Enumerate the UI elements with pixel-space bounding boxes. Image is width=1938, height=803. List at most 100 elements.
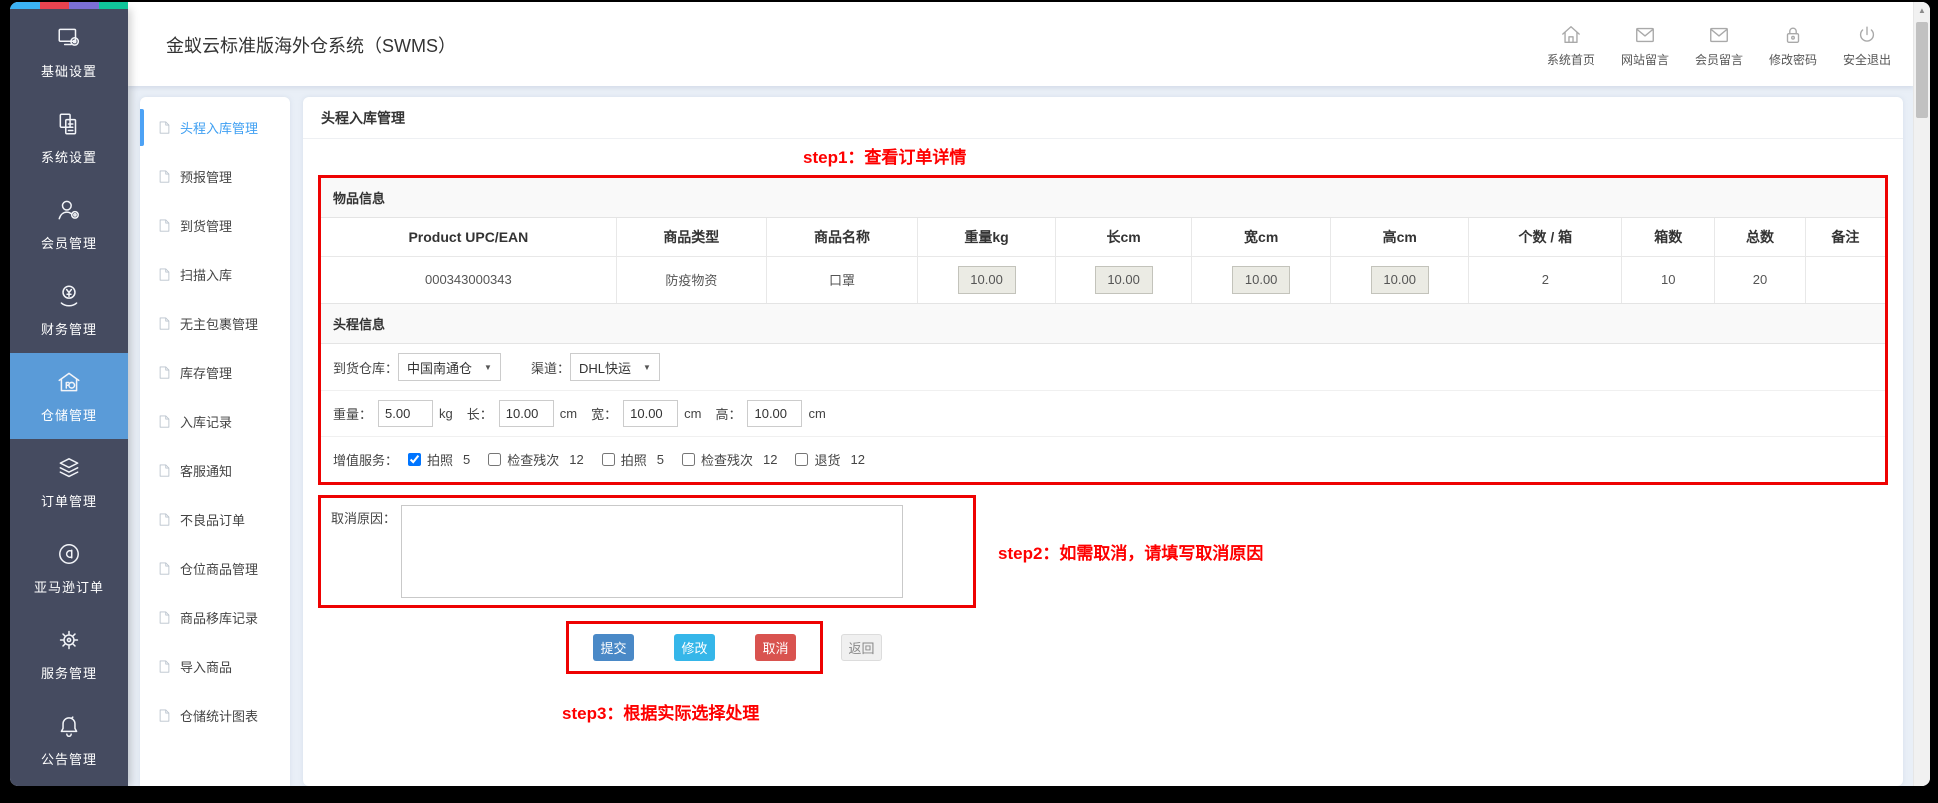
sidebar-item-system-settings[interactable]: 系统设置 [10, 95, 128, 181]
width-label: 宽： [591, 404, 617, 423]
nav-change-password[interactable]: 修改密码 [1769, 24, 1817, 68]
sidebar-item-orders[interactable]: 订单管理 [10, 439, 128, 525]
cancel-reason-textarea[interactable] [401, 505, 903, 598]
colorbar-purple [69, 2, 99, 9]
submenu-label: 扫描入库 [180, 265, 232, 284]
colorbar-green [99, 2, 129, 9]
item-length-input[interactable] [1095, 266, 1153, 294]
annotation-step2: step2：如需取消，请填写取消原因 [998, 539, 1263, 564]
sidebar-item-amazon-orders[interactable]: 亚马逊订单 [10, 525, 128, 611]
cell-remark [1805, 256, 1885, 303]
cell-width [1192, 256, 1331, 303]
submenu-item-storage-charts[interactable]: 仓储统计图表 [140, 691, 290, 740]
mail-icon [1634, 24, 1656, 46]
submenu-item-slot-products[interactable]: 仓位商品管理 [140, 544, 290, 593]
scrollbar-thumb[interactable] [1916, 22, 1928, 118]
file-icon [157, 463, 172, 478]
service-checkbox[interactable] [682, 453, 695, 466]
item-height-input[interactable] [1371, 266, 1429, 294]
item-weight-input[interactable] [958, 266, 1016, 294]
item-width-input[interactable] [1232, 266, 1290, 294]
colorbar-blue [10, 2, 40, 9]
nav-logout[interactable]: 安全退出 [1843, 24, 1891, 68]
service-photo-1[interactable]: 拍照 5 [408, 450, 478, 469]
file-icon [157, 218, 172, 233]
sidebar-item-label: 亚马逊订单 [34, 577, 104, 596]
weight-input[interactable] [378, 400, 433, 427]
submenu-label: 入库记录 [180, 412, 232, 431]
cancel-button[interactable]: 取消 [755, 634, 796, 661]
sidebar-item-services[interactable]: 服务管理 [10, 611, 128, 697]
amazon-icon [56, 541, 82, 567]
finance-icon [56, 283, 82, 309]
sidebar-item-base-settings[interactable]: 基础设置 [10, 9, 128, 95]
nav-home[interactable]: 系统首页 [1547, 24, 1595, 68]
submenu-label: 商品移库记录 [180, 608, 258, 627]
submenu-item-arrival[interactable]: 到货管理 [140, 201, 290, 250]
gear-icon [56, 627, 82, 653]
length-input[interactable] [499, 400, 554, 427]
table-row: 000343000343 防疫物资 口罩 2 10 20 [321, 256, 1885, 303]
service-label: 检查残次 [507, 450, 559, 469]
column-header-weight: 重量kg [918, 218, 1056, 256]
submenu-item-service-notices[interactable]: 客服通知 [140, 446, 290, 495]
buttons-highlight-box: 提交 修改 取消 [566, 621, 823, 674]
submenu-item-import-products[interactable]: 导入商品 [140, 642, 290, 691]
file-icon [157, 169, 172, 184]
submenu-label: 库存管理 [180, 363, 232, 382]
modify-button[interactable]: 修改 [674, 634, 715, 661]
submenu-item-defective-orders[interactable]: 不良品订单 [140, 495, 290, 544]
channel-select[interactable]: DHL快运 ▼ [570, 353, 660, 381]
submenu-item-inbound-records[interactable]: 入库记录 [140, 397, 290, 446]
service-inspect-2[interactable]: 检查残次 12 [682, 450, 785, 469]
nav-site-messages[interactable]: 网站留言 [1621, 24, 1669, 68]
mail-icon [1708, 24, 1730, 46]
submenu-item-relocation-records[interactable]: 商品移库记录 [140, 593, 290, 642]
sidebar-item-warehouse[interactable]: 仓储管理 [10, 353, 128, 439]
warehouse-label: 到货仓库： [333, 358, 398, 377]
nav-member-messages[interactable]: 会员留言 [1695, 24, 1743, 68]
service-checkbox[interactable] [795, 453, 808, 466]
sidebar-item-finance[interactable]: 财务管理 [10, 267, 128, 353]
sidebar-item-label: 服务管理 [41, 663, 97, 682]
service-checkbox[interactable] [488, 453, 501, 466]
height-input[interactable] [747, 400, 802, 427]
service-label: 拍照 [621, 450, 647, 469]
service-checkbox[interactable] [408, 453, 421, 466]
monitor-gear-icon [56, 25, 82, 51]
service-label: 退货 [814, 450, 840, 469]
sidebar-item-announcements[interactable]: 公告管理 [10, 697, 128, 783]
home-icon [1560, 24, 1582, 46]
service-return[interactable]: 退货 12 [795, 450, 872, 469]
submenu-item-first-leg-inbound[interactable]: 头程入库管理 [140, 103, 290, 152]
nav-label: 修改密码 [1769, 51, 1817, 68]
service-inspect-1[interactable]: 检查残次 12 [488, 450, 591, 469]
item-info-table: Product UPC/EAN 商品类型 商品名称 重量kg 长cm 宽cm 高… [321, 218, 1885, 303]
service-checkbox[interactable] [602, 453, 615, 466]
width-input[interactable] [623, 400, 678, 427]
cell-length [1056, 256, 1192, 303]
submenu-item-unclaimed-parcels[interactable]: 无主包裹管理 [140, 299, 290, 348]
submit-button[interactable]: 提交 [593, 634, 634, 661]
cell-per-box: 2 [1469, 256, 1622, 303]
sidebar-item-label: 系统设置 [41, 147, 97, 166]
chevron-down-icon: ▼ [643, 363, 651, 372]
main-panel: 头程入库管理 step1：查看订单详情 物品信息 Product UPC/EAN… [303, 97, 1903, 786]
app-title: 金蚁云标准版海外仓系统（SWMS） [166, 32, 456, 58]
column-header-width: 宽cm [1192, 218, 1331, 256]
back-button[interactable]: 返回 [841, 634, 882, 661]
scroll-up-arrow-icon[interactable]: ▲ [1914, 2, 1930, 19]
service-price: 5 [463, 452, 470, 467]
vertical-scrollbar[interactable]: ▲ [1913, 2, 1930, 786]
service-photo-2[interactable]: 拍照 5 [602, 450, 672, 469]
page-title: 头程入库管理 [303, 97, 1903, 139]
submenu-item-inventory[interactable]: 库存管理 [140, 348, 290, 397]
cancel-reason-highlight-box: 取消原因： [318, 495, 976, 608]
submenu-item-scan-inbound[interactable]: 扫描入库 [140, 250, 290, 299]
sidebar-item-members[interactable]: 会员管理 [10, 181, 128, 267]
submenu-item-forecast[interactable]: 预报管理 [140, 152, 290, 201]
cell-upc: 000343000343 [321, 256, 616, 303]
submenu-label: 头程入库管理 [180, 118, 258, 137]
cancel-reason-label: 取消原因： [331, 508, 396, 527]
warehouse-select[interactable]: 中国南通仓 ▼ [398, 353, 501, 381]
